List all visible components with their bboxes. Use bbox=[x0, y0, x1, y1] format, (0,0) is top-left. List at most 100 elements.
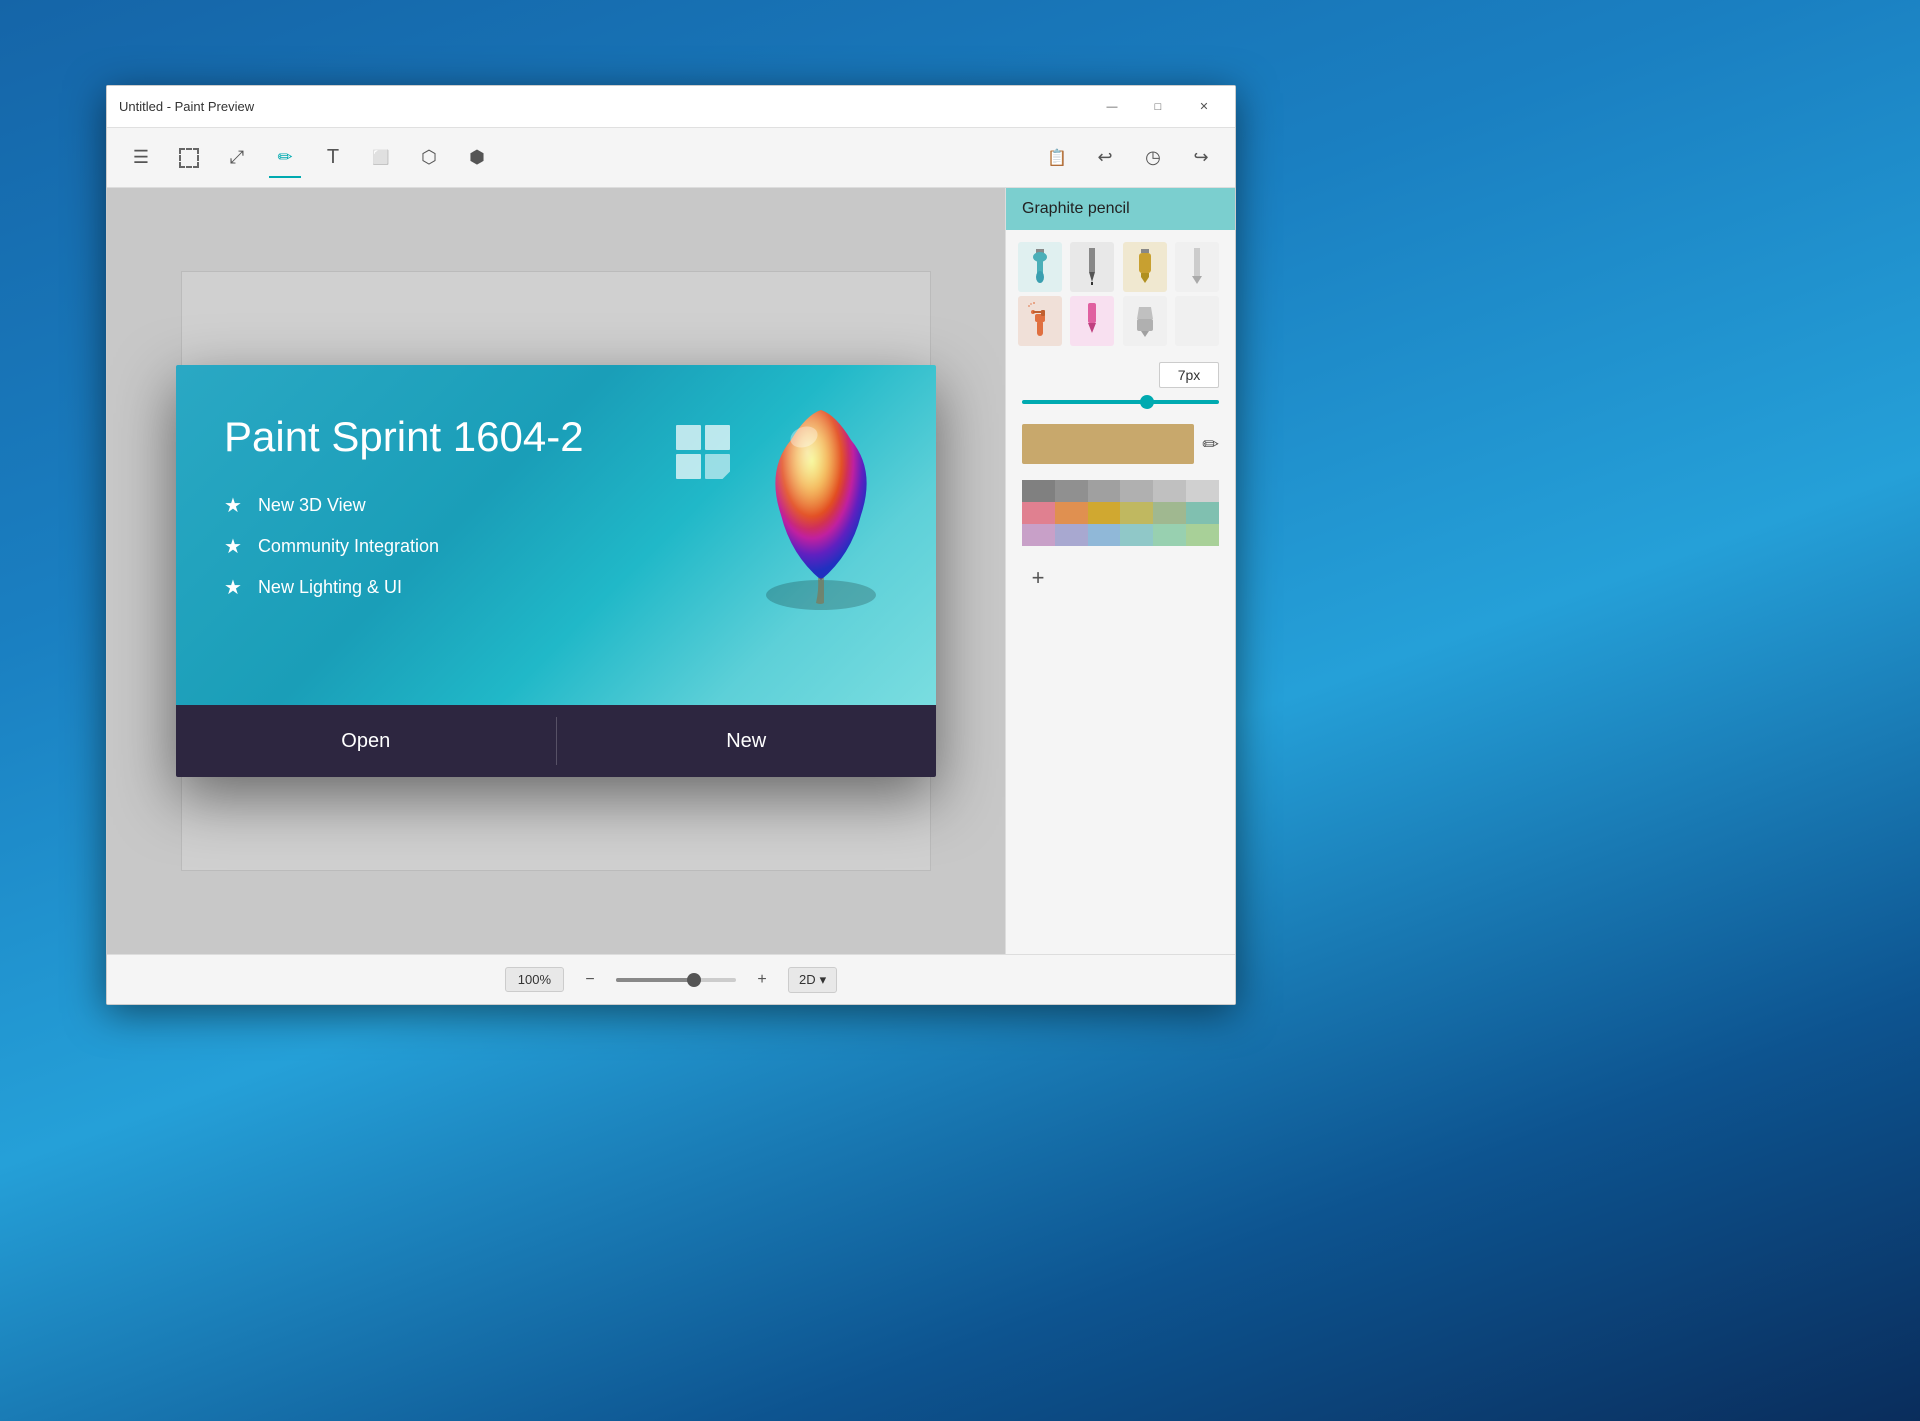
minimize-button[interactable]: — bbox=[1089, 91, 1135, 123]
brush-oil[interactable] bbox=[1123, 242, 1167, 292]
dialog-overlay: Paint Sprint 1604-2 ★ New 3D View ★ Comm… bbox=[107, 188, 1005, 954]
text-tool-button[interactable]: T bbox=[311, 136, 355, 180]
size-slider-track[interactable] bbox=[1022, 400, 1219, 404]
crop-icon: ⤢ bbox=[230, 147, 244, 168]
zoom-slider-fill bbox=[616, 978, 694, 982]
palette-cell[interactable] bbox=[1153, 524, 1186, 546]
view-mode-label: 2D bbox=[799, 972, 816, 987]
palette-cell[interactable] bbox=[1153, 480, 1186, 502]
view3d-tool-button[interactable]: ⬢ bbox=[455, 136, 499, 180]
palette-cell[interactable] bbox=[1022, 502, 1055, 524]
palette-cell[interactable] bbox=[1186, 480, 1219, 502]
open-button[interactable]: Open bbox=[176, 705, 556, 777]
main-area: Paint Sprint 1604-2 ★ New 3D View ★ Comm… bbox=[107, 188, 1235, 954]
size-control: 7px bbox=[1006, 358, 1235, 392]
selection-icon bbox=[179, 148, 199, 168]
eraser-icon: ⬜ bbox=[372, 149, 389, 166]
zoom-in-button[interactable]: + bbox=[748, 966, 776, 994]
palette-row-3 bbox=[1022, 524, 1219, 546]
star-icon-2: ★ bbox=[224, 534, 242, 559]
palette-cell[interactable] bbox=[1055, 480, 1088, 502]
star-icon-1: ★ bbox=[224, 493, 242, 518]
tool-name-header: Graphite pencil bbox=[1006, 188, 1235, 230]
canvas-area[interactable]: Paint Sprint 1604-2 ★ New 3D View ★ Comm… bbox=[107, 188, 1005, 954]
win-square-tl bbox=[676, 425, 701, 450]
palette-row-1 bbox=[1022, 480, 1219, 502]
win-square-br bbox=[705, 454, 730, 479]
status-bar: 100% − + 2D ▾ bbox=[107, 954, 1235, 1004]
close-button[interactable]: ✕ bbox=[1181, 91, 1227, 123]
zoom-slider-track[interactable] bbox=[616, 978, 736, 982]
brush-fill[interactable] bbox=[1123, 296, 1167, 346]
add-color-button[interactable]: + bbox=[1022, 562, 1054, 594]
paste-button[interactable]: 📋 bbox=[1035, 136, 1079, 180]
size-slider-thumb[interactable] bbox=[1140, 395, 1154, 409]
selection-tool-button[interactable] bbox=[167, 136, 211, 180]
palette-cell[interactable] bbox=[1088, 502, 1121, 524]
brush-watercolor[interactable] bbox=[1018, 242, 1062, 292]
palette-cell[interactable] bbox=[1186, 502, 1219, 524]
palette-cell[interactable] bbox=[1120, 524, 1153, 546]
history-button[interactable]: ◷ bbox=[1131, 136, 1175, 180]
title-bar: Untitled - Paint Preview — □ ✕ bbox=[107, 86, 1235, 128]
view-mode-chevron: ▾ bbox=[820, 972, 827, 988]
undo-icon: ↩ bbox=[1097, 147, 1112, 168]
paste-icon: 📋 bbox=[1047, 148, 1067, 168]
view-mode-selector[interactable]: 2D ▾ bbox=[788, 967, 837, 993]
new-button[interactable]: New bbox=[557, 705, 937, 777]
menu-button[interactable]: ☰ bbox=[119, 136, 163, 180]
crop-tool-button[interactable]: ⤢ bbox=[215, 136, 259, 180]
brush-graphite[interactable] bbox=[1070, 242, 1114, 292]
hamburger-icon: ☰ bbox=[133, 147, 149, 168]
win-square-tr bbox=[705, 425, 730, 450]
palette-cell[interactable] bbox=[1088, 524, 1121, 546]
right-sidebar: Graphite pencil bbox=[1005, 188, 1235, 954]
win-square-bl bbox=[676, 454, 701, 479]
toolbar: ☰ ⤢ ✏ T ⬜ ⬡ ⬢ 📋 ↩ bbox=[107, 128, 1235, 188]
windows-logo bbox=[676, 425, 736, 485]
color-preview[interactable] bbox=[1022, 424, 1194, 464]
palette-cell[interactable] bbox=[1186, 524, 1219, 546]
history-icon: ◷ bbox=[1145, 147, 1161, 168]
shape3d-tool-button[interactable]: ⬡ bbox=[407, 136, 451, 180]
text-icon: T bbox=[327, 146, 339, 169]
feature-text-3: New Lighting & UI bbox=[258, 577, 402, 598]
redo-button[interactable]: ↪ bbox=[1179, 136, 1223, 180]
palette-cell[interactable] bbox=[1120, 502, 1153, 524]
zoom-slider-thumb[interactable] bbox=[687, 973, 701, 987]
star-icon-3: ★ bbox=[224, 575, 242, 600]
window-title: Untitled - Paint Preview bbox=[119, 99, 254, 114]
brush-empty[interactable] bbox=[1175, 296, 1219, 346]
undo-button[interactable]: ↩ bbox=[1083, 136, 1127, 180]
pencil-icon: ✏ bbox=[277, 147, 292, 168]
palette-cell[interactable] bbox=[1120, 480, 1153, 502]
palette-cell[interactable] bbox=[1055, 502, 1088, 524]
zoom-out-button[interactable]: − bbox=[576, 966, 604, 994]
pencil-tool-button[interactable]: ✏ bbox=[263, 136, 307, 180]
palette-row-2 bbox=[1022, 502, 1219, 524]
maximize-button[interactable]: □ bbox=[1135, 91, 1181, 123]
eraser-tool-button[interactable]: ⬜ bbox=[359, 136, 403, 180]
palette-cell[interactable] bbox=[1022, 480, 1055, 502]
feature-text-1: New 3D View bbox=[258, 495, 366, 516]
dialog-body: Paint Sprint 1604-2 ★ New 3D View ★ Comm… bbox=[176, 365, 936, 705]
color-picker-button[interactable]: ✏ bbox=[1202, 432, 1219, 457]
palette-cell[interactable] bbox=[1153, 502, 1186, 524]
brush-ink[interactable] bbox=[1175, 242, 1219, 292]
shape3d-icon: ⬡ bbox=[421, 147, 437, 168]
palette-cell[interactable] bbox=[1088, 480, 1121, 502]
redo-icon: ↪ bbox=[1193, 147, 1208, 168]
size-value: 7px bbox=[1159, 362, 1219, 388]
window-controls: — □ ✕ bbox=[1089, 91, 1227, 123]
palette-cell[interactable] bbox=[1055, 524, 1088, 546]
brush-marker[interactable] bbox=[1070, 296, 1114, 346]
zoom-percent: 100% bbox=[505, 967, 564, 992]
toolbar-right: 📋 ↩ ◷ ↪ bbox=[1035, 136, 1223, 180]
brush-spray[interactable] bbox=[1018, 296, 1062, 346]
feature-text-2: Community Integration bbox=[258, 536, 439, 557]
brush-grid bbox=[1006, 230, 1235, 358]
size-slider-container[interactable] bbox=[1006, 392, 1235, 412]
color-palette bbox=[1022, 480, 1219, 546]
palette-cell[interactable] bbox=[1022, 524, 1055, 546]
splash-dialog: Paint Sprint 1604-2 ★ New 3D View ★ Comm… bbox=[176, 365, 936, 777]
